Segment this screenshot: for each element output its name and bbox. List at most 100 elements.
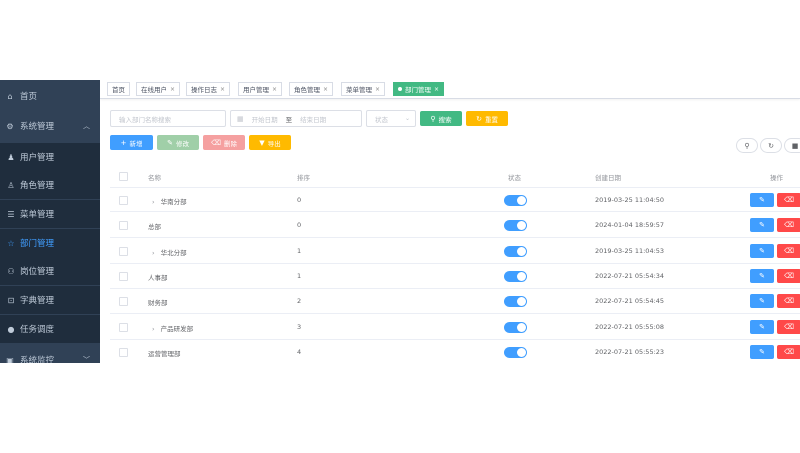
delete-button[interactable]: ⌫ 删除 — [203, 135, 245, 150]
active-dot-icon — [398, 87, 402, 91]
row-divider — [110, 237, 800, 238]
status-switch[interactable] — [504, 296, 527, 307]
edit-icon: ✎ — [759, 348, 765, 356]
sort-cell: 0 — [297, 196, 302, 204]
row-checkbox[interactable] — [119, 247, 128, 256]
tab-online-users[interactable]: 在线用户 × — [136, 82, 181, 96]
row-delete-button[interactable]: ⌫ — [777, 193, 800, 207]
sidebar-item-posts[interactable]: ⚇ 岗位管理 — [0, 257, 100, 285]
row-checkbox[interactable] — [119, 323, 128, 332]
row-checkbox[interactable] — [119, 297, 128, 306]
sidebar-item-system[interactable]: ⚙ 系统管理 ︿ — [0, 112, 100, 140]
dept-name-search-input[interactable]: 输入部门名称搜索 — [110, 110, 226, 127]
header-divider — [110, 187, 800, 188]
sidebar-item-monitor[interactable]: ▣ 系统监控 ﹀ — [0, 346, 100, 363]
sidebar-item-label: 部门管理 — [20, 239, 55, 249]
button-label: 搜索 — [438, 115, 452, 124]
date-range-picker[interactable]: ▦ 开始日期 至 结束日期 — [230, 110, 362, 127]
sidebar-item-depts[interactable]: ☆ 部门管理 — [0, 229, 100, 257]
monitor-icon: ▣ — [6, 355, 14, 364]
row-edit-button[interactable]: ✎ — [750, 294, 774, 308]
sidebar-item-tasks[interactable]: ● 任务调度 — [0, 315, 100, 343]
row-delete-button[interactable]: ⌫ — [777, 269, 800, 283]
sidebar-item-home[interactable]: ⌂ 首页 — [0, 82, 100, 110]
status-switch[interactable] — [504, 220, 527, 231]
search-button[interactable]: ⚲ 搜索 — [420, 111, 462, 126]
close-icon[interactable]: × — [272, 86, 277, 93]
row-delete-button[interactable]: ⌫ — [777, 244, 800, 258]
dict-icon: ⊡ — [7, 295, 15, 305]
created-cell: 2019-03-25 11:04:50 — [595, 196, 665, 204]
expand-arrow-icon[interactable]: › — [152, 325, 155, 333]
row-checkbox[interactable] — [119, 196, 128, 205]
row-checkbox[interactable] — [119, 272, 128, 281]
dept-name-cell: 运营管理部 — [148, 350, 181, 358]
row-delete-button[interactable]: ⌫ — [777, 294, 800, 308]
row-checkbox[interactable] — [119, 221, 128, 230]
edit-icon: ✎ — [759, 196, 765, 204]
close-icon[interactable]: × — [434, 86, 439, 93]
app-frame: ⌂ 首页 ⚙ 系统管理 ︿ ♟ 用户管理 ♙ 角色管理 ☰ 菜单管理 ☆ 部门管… — [0, 80, 800, 363]
tab-home[interactable]: 首页 — [107, 82, 130, 96]
created-cell: 2019-03-25 11:04:53 — [595, 247, 665, 255]
status-switch[interactable] — [504, 195, 527, 206]
status-switch[interactable] — [504, 271, 527, 282]
export-button[interactable]: ▼ 导出 — [249, 135, 291, 150]
row-edit-button[interactable]: ✎ — [750, 320, 774, 334]
dept-name-cell: 人事部 — [148, 274, 168, 282]
row-delete-button[interactable]: ⌫ — [777, 345, 800, 359]
tab-operation-log[interactable]: 操作日志 × — [186, 82, 231, 96]
main-content: 首页 在线用户 × 操作日志 × 用户管理 × 角色管理 × 菜单管理 × 部门… — [100, 80, 800, 363]
row-edit-button[interactable]: ✎ — [750, 269, 774, 283]
status-select[interactable]: 状态 ⌄ — [366, 110, 416, 127]
status-switch[interactable] — [504, 322, 527, 333]
row-divider — [110, 211, 800, 212]
sidebar-item-users[interactable]: ♟ 用户管理 — [0, 143, 100, 171]
reset-button[interactable]: ↻ 重置 — [466, 111, 508, 126]
close-icon[interactable]: × — [323, 86, 328, 93]
close-icon[interactable]: × — [220, 86, 225, 93]
sidebar-item-label: 字典管理 — [20, 296, 55, 306]
task-icon: ● — [7, 324, 15, 334]
grid-icon: ■ — [791, 141, 799, 150]
row-edit-button[interactable]: ✎ — [750, 345, 774, 359]
sidebar-item-dict[interactable]: ⊡ 字典管理 — [0, 286, 100, 314]
row-divider — [110, 288, 800, 289]
select-all-checkbox[interactable] — [119, 172, 128, 181]
tab-label: 用户管理 — [243, 86, 269, 94]
created-cell: 2022-07-21 05:55:23 — [595, 348, 665, 356]
row-checkbox[interactable] — [119, 348, 128, 357]
sort-cell: 2 — [297, 297, 302, 305]
row-edit-button[interactable]: ✎ — [750, 218, 774, 232]
row-divider — [110, 263, 800, 264]
columns-button[interactable]: ■ — [784, 138, 800, 153]
trash-icon: ⌫ — [784, 348, 794, 356]
refresh-button[interactable]: ↻ — [760, 138, 782, 153]
trash-icon: ⌫ — [211, 138, 221, 147]
expand-arrow-icon[interactable]: › — [152, 249, 155, 257]
status-switch[interactable] — [504, 246, 527, 257]
tab-dept-management[interactable]: 部门管理 × — [393, 82, 445, 96]
tab-user-management[interactable]: 用户管理 × — [238, 82, 283, 96]
close-icon[interactable]: × — [170, 86, 175, 93]
sidebar-item-label: 岗位管理 — [20, 267, 55, 277]
sidebar-item-menus[interactable]: ☰ 菜单管理 — [0, 200, 100, 228]
tab-menu-management[interactable]: 菜单管理 × — [341, 82, 386, 96]
expand-arrow-icon[interactable]: › — [152, 198, 155, 206]
row-delete-button[interactable]: ⌫ — [777, 320, 800, 334]
row-edit-button[interactable]: ✎ — [750, 193, 774, 207]
row-delete-button[interactable]: ⌫ — [777, 218, 800, 232]
close-icon[interactable]: × — [375, 86, 380, 93]
gear-icon: ⚙ — [6, 121, 14, 131]
tags-view: 首页 在线用户 × 操作日志 × 用户管理 × 角色管理 × 菜单管理 × 部门… — [100, 80, 800, 99]
add-button[interactable]: + 新增 — [110, 135, 153, 150]
row-edit-button[interactable]: ✎ — [750, 244, 774, 258]
dept-name: 华南分部 — [160, 198, 187, 206]
toggle-search-button[interactable]: ⚲ — [736, 138, 758, 153]
column-header-name: 名称 — [148, 174, 161, 182]
status-switch[interactable] — [504, 347, 527, 358]
tab-role-management[interactable]: 角色管理 × — [289, 82, 334, 96]
sidebar-item-roles[interactable]: ♙ 角色管理 — [0, 171, 100, 199]
edit-button[interactable]: ✎ 修改 — [157, 135, 199, 150]
placeholder-text: 状态 — [375, 115, 388, 124]
